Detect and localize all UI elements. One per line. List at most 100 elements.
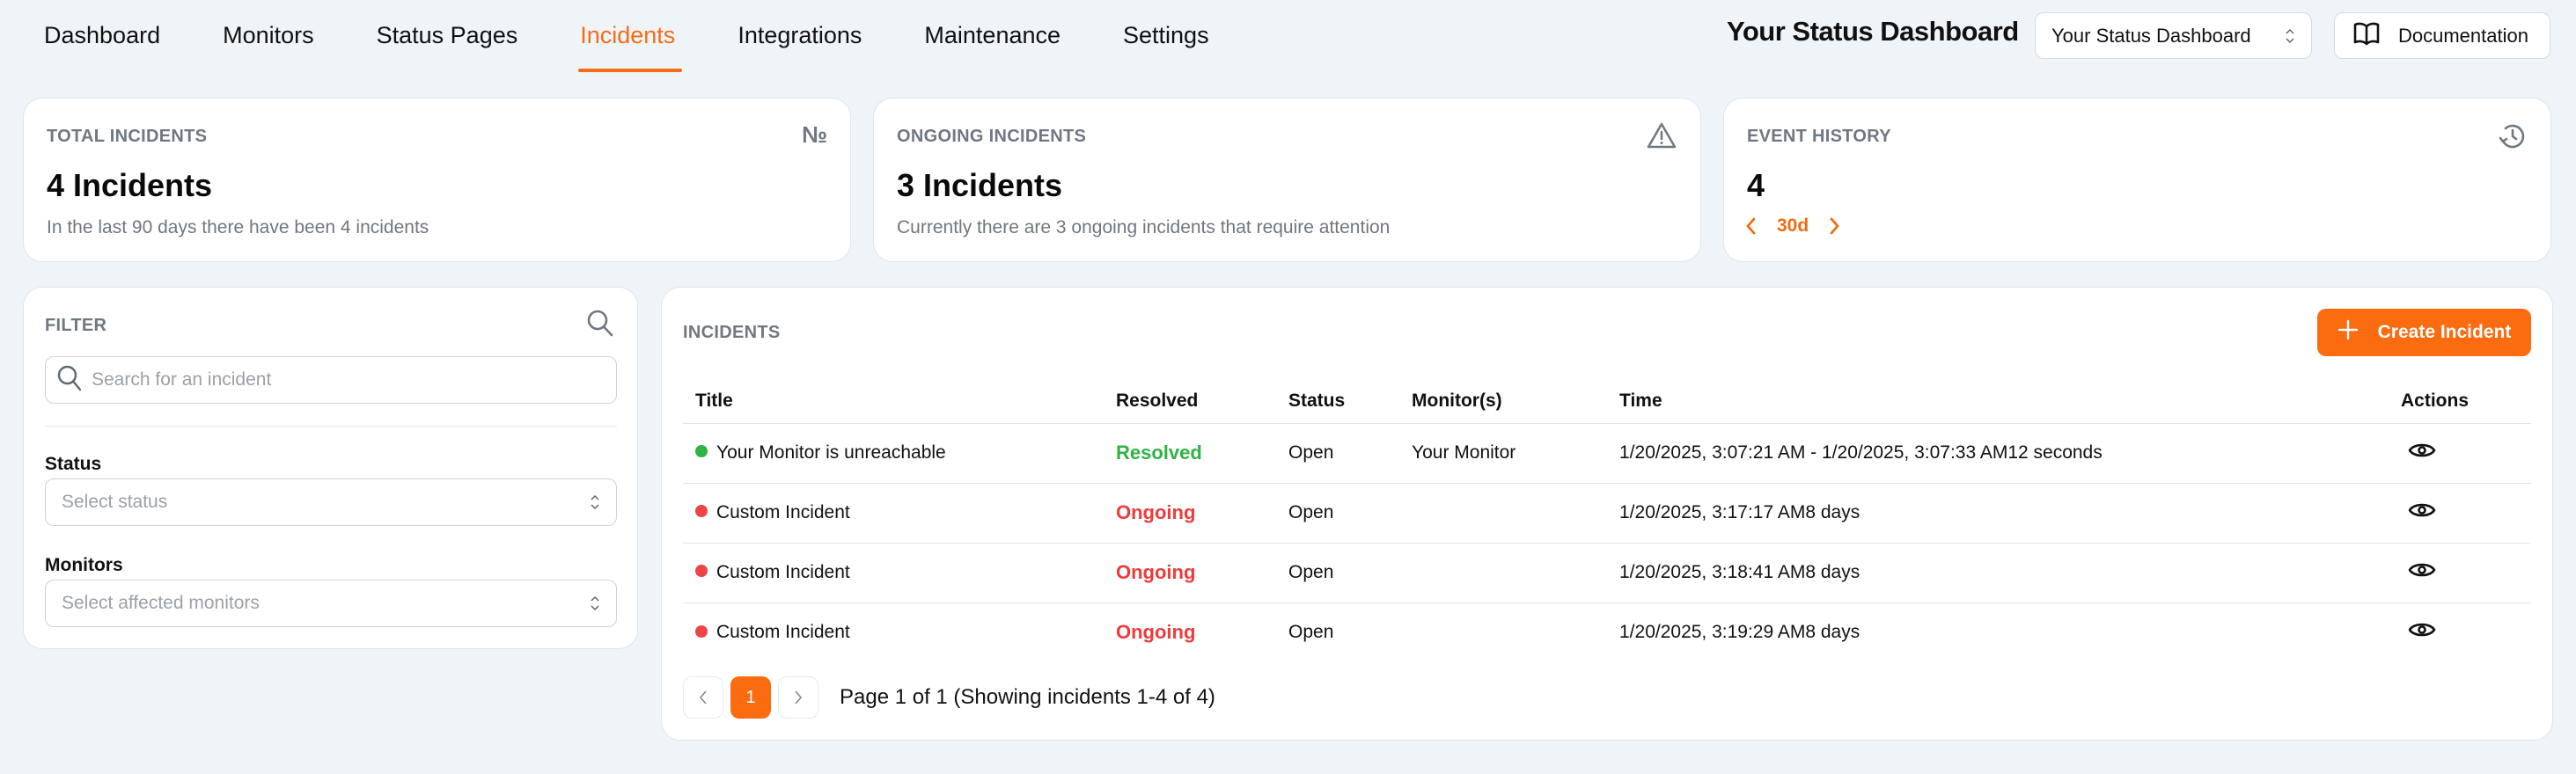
prev-page-button[interactable]	[683, 676, 723, 719]
filter-divider	[45, 426, 617, 427]
table-row[interactable]: Custom Incident Ongoing Open 1/20/2025, …	[683, 543, 2531, 603]
status-dot	[695, 624, 708, 638]
status-dot	[695, 445, 708, 458]
table-row[interactable]: Custom Incident Ongoing Open 1/20/2025, …	[683, 602, 2531, 662]
nav-dashboard[interactable]: Dashboard	[44, 0, 160, 74]
view-eye-icon[interactable]	[2408, 440, 2436, 466]
filter-panel: FILTER Status Select status Monitors Sel…	[23, 287, 638, 649]
view-eye-icon[interactable]	[2408, 500, 2436, 526]
actions-cell	[2389, 543, 2531, 603]
search-icon	[56, 364, 83, 397]
ongoing-incidents-subtext: Currently there are 3 ongoing incidents …	[897, 217, 1391, 237]
history-icon	[2498, 121, 2528, 156]
dashboard-select[interactable]: Your Status Dashboard	[2035, 12, 2312, 59]
search-icon[interactable]	[586, 309, 614, 343]
next-page-button[interactable]	[778, 676, 818, 719]
column-header-status[interactable]: Status	[1276, 379, 1399, 424]
brand-title: Your Status Dashboard	[1727, 16, 2019, 47]
total-incidents-subtext: In the last 90 days there have been 4 in…	[47, 217, 429, 237]
column-header-time[interactable]: Time	[1607, 379, 2389, 424]
history-range-control: 30d	[1745, 215, 1840, 237]
incident-status: Open	[1276, 483, 1399, 544]
view-eye-icon[interactable]	[2408, 619, 2436, 646]
incident-title: Custom Incident	[716, 502, 850, 522]
create-incident-button[interactable]: Create Incident	[2317, 309, 2531, 356]
column-header-title[interactable]: Title	[683, 379, 1104, 424]
incident-time: 1/20/2025, 3:07:21 AM - 1/20/2025, 3:07:…	[1607, 423, 2389, 484]
total-incidents-card: TOTAL INCIDENTS № 4 Incidents In the las…	[23, 98, 851, 262]
incident-time: 1/20/2025, 3:18:41 AM8 days	[1607, 543, 2389, 603]
incident-title: Your Monitor is unreachable	[716, 442, 946, 463]
incident-time: 1/20/2025, 3:19:29 AM8 days	[1619, 622, 1860, 643]
history-prev-button[interactable]	[1745, 216, 1758, 236]
resolved-badge: Ongoing	[1116, 561, 1196, 583]
incident-monitors	[1399, 602, 1607, 662]
event-history-value: 4	[1747, 167, 1765, 203]
column-header-monitors[interactable]: Monitor(s)	[1399, 379, 1607, 424]
ongoing-incidents-label: ONGOING INCIDENTS	[897, 127, 1087, 146]
monitors-filter-label: Monitors	[45, 555, 123, 575]
documentation-label: Documentation	[2398, 24, 2528, 47]
pagination-summary: Page 1 of 1 (Showing incidents 1-4 of 4)	[840, 685, 1215, 709]
monitors-select[interactable]: Select affected monitors	[45, 580, 617, 627]
incidents-panel: INCIDENTS Create Incident Title Resolved…	[661, 287, 2553, 741]
status-dot	[695, 505, 708, 518]
page-button-current[interactable]: 1	[730, 676, 771, 719]
nav-integrations[interactable]: Integrations	[738, 0, 862, 74]
plus-icon	[2337, 319, 2359, 346]
status-select[interactable]: Select status	[45, 478, 617, 526]
chevron-up-down-icon	[590, 595, 600, 612]
actions-cell	[2389, 602, 2531, 662]
incident-search-field[interactable]	[45, 356, 617, 404]
total-incidents-value: 4 Incidents	[47, 167, 213, 203]
column-header-resolved[interactable]: Resolved	[1104, 379, 1276, 424]
pagination: 1 Page 1 of 1 (Showing incidents 1-4 of …	[683, 676, 1215, 719]
nav-maintenance[interactable]: Maintenance	[924, 0, 1060, 74]
incident-title-cell: Custom Incident	[683, 483, 1104, 544]
ongoing-incidents-value: 3 Incidents	[897, 167, 1063, 203]
nav-monitors[interactable]: Monitors	[223, 0, 314, 74]
event-history-label: EVENT HISTORY	[1747, 127, 1891, 146]
create-incident-label: Create Incident	[2377, 322, 2512, 342]
incident-status: Open	[1276, 423, 1399, 484]
incident-title-cell: Custom Incident	[683, 543, 1104, 603]
documentation-button[interactable]: Documentation	[2334, 12, 2550, 59]
incident-monitors: Your Monitor	[1399, 423, 1607, 484]
history-next-button[interactable]	[1828, 216, 1840, 236]
chevron-up-down-icon	[2285, 27, 2295, 45]
nav-status-pages[interactable]: Status Pages	[377, 0, 518, 74]
history-range-value: 30d	[1777, 215, 1809, 236]
main-nav: Dashboard Monitors Status Pages Incident…	[44, 0, 1272, 77]
resolved-badge: Resolved	[1116, 442, 1202, 464]
status-dot	[695, 565, 708, 578]
warning-triangle-icon	[1646, 121, 1677, 154]
ongoing-incidents-card: ONGOING INCIDENTS 3 Incidents Currently …	[873, 98, 1701, 262]
filter-label: FILTER	[45, 316, 107, 335]
table-row[interactable]: Your Monitor is unreachable Resolved Ope…	[683, 423, 2531, 484]
resolved-badge: Ongoing	[1116, 621, 1196, 644]
dashboard-select-value: Your Status Dashboard	[2051, 24, 2251, 47]
chevron-up-down-icon	[590, 493, 600, 511]
incident-monitors	[1399, 483, 1607, 544]
table-row[interactable]: Custom Incident Ongoing Open 1/20/2025, …	[683, 483, 2531, 544]
status-filter-label: Status	[45, 454, 102, 474]
status-select-placeholder: Select status	[62, 492, 168, 512]
incident-title: Custom Incident	[716, 562, 850, 582]
incident-time: 1/20/2025, 3:17:17 AM8 days	[1607, 483, 2389, 544]
book-icon	[2352, 21, 2381, 51]
nav-settings[interactable]: Settings	[1123, 0, 1209, 74]
incident-status: Open	[1288, 622, 1334, 643]
table-header-row: Title Resolved Status Monitor(s) Time Ac…	[683, 379, 2531, 424]
incidents-label: INCIDENTS	[683, 323, 781, 342]
view-eye-icon[interactable]	[2408, 559, 2436, 586]
nav-incidents[interactable]: Incidents	[578, 0, 683, 74]
monitors-select-placeholder: Select affected monitors	[62, 593, 260, 613]
incident-monitors	[1399, 543, 1607, 603]
top-navigation: Dashboard Monitors Status Pages Incident…	[0, 0, 2576, 77]
actions-cell	[2389, 483, 2531, 544]
incident-title: Custom Incident	[716, 622, 850, 643]
incident-search-input[interactable]	[92, 369, 602, 391]
actions-cell	[2389, 423, 2531, 484]
incident-title-cell: Custom Incident	[683, 602, 1104, 662]
column-header-actions: Actions	[2389, 379, 2531, 424]
